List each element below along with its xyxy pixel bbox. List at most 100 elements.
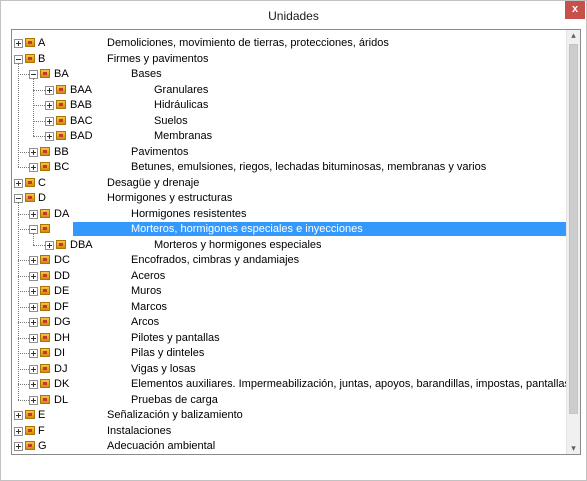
row-code: BAB	[70, 99, 93, 111]
tree-connector	[33, 78, 34, 136]
scroll-down-icon[interactable]: ▾	[567, 443, 580, 454]
scroll-up-icon[interactable]: ▴	[567, 30, 580, 41]
row-description: Hormigones resistentes	[131, 207, 247, 220]
tree-row[interactable]: DBA Morteros y hormigones especiales	[12, 238, 566, 254]
tree-connector	[18, 384, 29, 385]
row-description: Betunes, emulsiones, riegos, lechadas bi…	[131, 161, 487, 173]
expand-icon[interactable]	[29, 395, 38, 405]
row-description: Señalización y balizamiento	[107, 409, 243, 421]
tree-row[interactable]: B Firmes y pavimentos	[12, 52, 566, 68]
expand-icon[interactable]	[14, 39, 23, 48]
row-code: F	[38, 424, 45, 437]
row-code: BAA	[70, 83, 93, 96]
folder-icon	[40, 317, 50, 326]
tree-row[interactable]: DD Aceros	[12, 269, 566, 285]
folder-icon	[25, 177, 35, 187]
folder-icon	[40, 162, 50, 171]
tree-row[interactable]: BB Pavimentos	[12, 145, 566, 161]
tree-row[interactable]: DE Muros	[12, 284, 566, 300]
folder-icon	[40, 394, 50, 404]
expand-icon[interactable]	[45, 101, 54, 110]
expand-icon[interactable]	[29, 380, 38, 389]
row-description: Muros	[131, 285, 162, 297]
tree-connector	[18, 229, 29, 230]
tree-connector	[33, 244, 45, 246]
folder-icon	[56, 100, 66, 109]
folder-icon	[25, 425, 35, 435]
expand-icon[interactable]	[14, 178, 23, 188]
expand-icon[interactable]	[14, 442, 23, 451]
tree-row[interactable]: DJ Vigas y losas	[12, 362, 566, 378]
tree-row[interactable]: C Desagüe y drenaje	[12, 176, 566, 192]
tree-connector	[33, 233, 34, 245]
expand-icon[interactable]	[29, 349, 38, 358]
row-code: DL	[54, 393, 69, 406]
expand-icon[interactable]	[29, 271, 38, 281]
tree-row[interactable]: D Hormigones y estructuras	[12, 191, 566, 207]
expand-icon[interactable]	[29, 287, 38, 296]
tree-row[interactable]: A Demoliciones, movimiento de tierras, pr…	[12, 36, 566, 52]
expand-icon[interactable]	[45, 85, 54, 95]
tree-row[interactable]: BAA Granulares	[12, 83, 566, 99]
tree-row[interactable]: BAC Suelos	[12, 114, 566, 130]
tree-connector	[18, 167, 29, 168]
expand-icon[interactable]	[29, 256, 38, 265]
expand-icon[interactable]	[29, 302, 38, 312]
tree-row[interactable]: DL Pruebas de carga	[12, 393, 566, 409]
row-code: DK	[54, 378, 70, 390]
row-description: Desagüe y drenaje	[107, 176, 200, 189]
tree-row[interactable]: F Instalaciones	[12, 424, 566, 440]
tree-row[interactable]: BC Betunes, emulsiones, riegos, lechadas …	[12, 160, 566, 176]
expand-icon[interactable]	[45, 116, 54, 126]
row-description: Marcos	[131, 300, 168, 313]
expand-icon[interactable]	[45, 132, 54, 141]
row-code: BC	[54, 161, 70, 173]
tree-row[interactable]: DH Pilotes y pantallas	[12, 331, 566, 347]
row-description: Aceros	[131, 269, 166, 282]
units-tree[interactable]: A Demoliciones, movimiento de tierras, pr…	[11, 29, 581, 455]
vertical-scrollbar[interactable]: ▴ ▾	[566, 30, 580, 454]
row-code: DBA	[70, 238, 93, 251]
tree-row[interactable]: BA Bases	[12, 67, 566, 83]
expand-icon[interactable]	[45, 240, 54, 250]
row-code: DC	[54, 254, 70, 266]
row-code: DJ	[54, 362, 68, 375]
row-description: Hormigones y estructuras	[107, 192, 233, 204]
tree-row[interactable]: DF Marcos	[12, 300, 566, 316]
scrollbar-thumb[interactable]	[569, 44, 578, 414]
tree-connector	[18, 260, 29, 261]
folder-icon	[40, 348, 50, 357]
tree-row[interactable]: BAD Membranas	[12, 129, 566, 145]
folder-icon	[40, 286, 50, 295]
expand-icon[interactable]	[29, 209, 38, 219]
tree-row[interactable]: E Señalización y balizamiento	[12, 408, 566, 424]
row-code: BA	[54, 68, 69, 80]
row-code: DF	[54, 300, 69, 313]
tree-row[interactable]: HServicios afectados	[12, 455, 566, 456]
folder-icon	[40, 332, 50, 342]
expand-icon[interactable]	[29, 333, 38, 343]
tree-row[interactable]: DI Pilas y dinteles	[12, 346, 566, 362]
row-code: BAD	[70, 130, 93, 142]
tree-row[interactable]: DA Hormigones resistentes	[12, 207, 566, 223]
tree-row[interactable]: BAB Hidráulicas	[12, 98, 566, 114]
close-button[interactable]: x	[565, 1, 585, 19]
expand-icon[interactable]	[29, 364, 38, 374]
tree-row[interactable]: DC Encofrados, cimbras y andamiajes	[12, 253, 566, 269]
tree-row[interactable]: DG Arcos	[12, 315, 566, 331]
tree-connector	[33, 105, 45, 106]
expand-icon[interactable]	[29, 318, 38, 327]
folder-icon	[56, 239, 66, 249]
row-description: Pruebas de carga	[131, 393, 218, 406]
tree-row[interactable]: DK Elementos auxiliares. Impermeabilizaci…	[12, 377, 580, 393]
expand-icon[interactable]	[14, 411, 23, 420]
expand-icon[interactable]	[29, 163, 38, 172]
units-dialog: Unidades x A Demoliciones, movimiento de …	[0, 0, 587, 481]
expand-icon[interactable]	[14, 426, 23, 436]
folder-icon	[40, 363, 50, 373]
tree-row[interactable]: DB Morteros, hormigones especiales e inye…	[12, 222, 580, 238]
tree-connector	[33, 120, 45, 122]
tree-row[interactable]: G Adecuación ambiental	[12, 439, 566, 454]
row-code: DE	[54, 285, 70, 297]
expand-icon[interactable]	[29, 147, 38, 157]
